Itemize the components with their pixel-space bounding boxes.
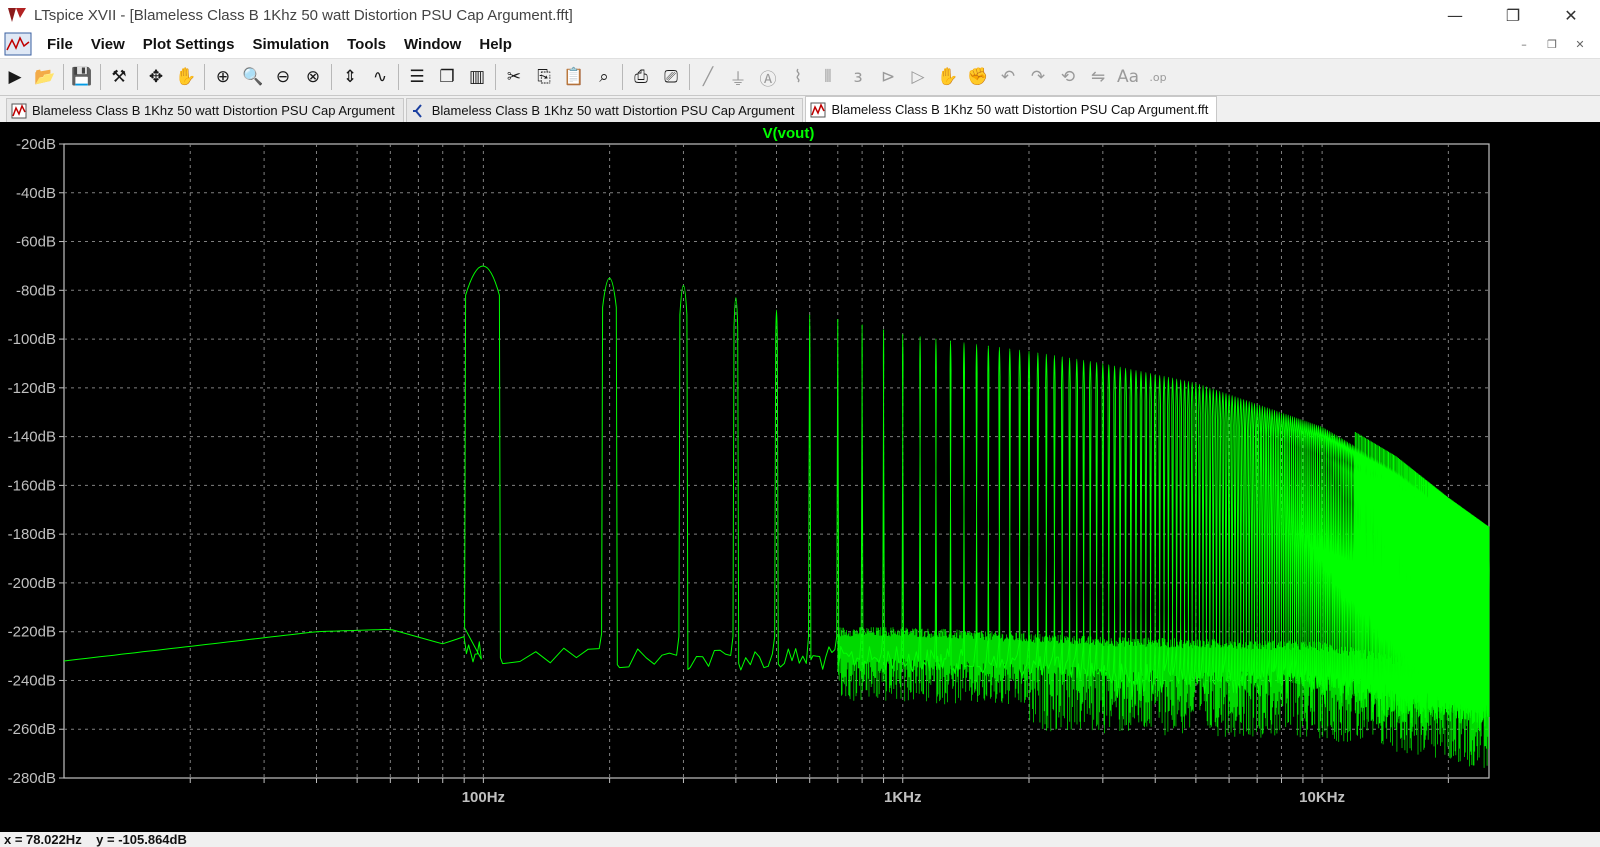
rotate-icon[interactable]: ⟲ bbox=[1054, 63, 1082, 91]
tile-horizontal-icon[interactable]: ☰ bbox=[403, 63, 431, 91]
menu-help[interactable]: Help bbox=[470, 36, 521, 53]
save-icon[interactable]: 💾 bbox=[68, 63, 96, 91]
toolbar-separator bbox=[63, 64, 64, 90]
diode-icon[interactable]: ⊳ bbox=[874, 63, 902, 91]
fft-plot[interactable]: -20dB -40dB -60dB -80dB -100dB -120dB -140dB -1… bbox=[0, 122, 1600, 832]
y-tick-label: -120dB bbox=[8, 380, 56, 397]
document-waveform-icon[interactable] bbox=[4, 32, 32, 56]
zoom-area-icon[interactable]: 🔍 bbox=[239, 63, 267, 91]
y-tick-label: -180dB bbox=[8, 526, 56, 543]
cascade-icon[interactable]: ❐ bbox=[433, 63, 461, 91]
x-tick-label: 10KHz bbox=[1299, 789, 1345, 806]
spice-directive-icon[interactable]: .op bbox=[1144, 63, 1172, 91]
y-tick-label: -240dB bbox=[8, 672, 56, 689]
autorange-icon[interactable]: ⇕ bbox=[336, 63, 364, 91]
tile-vertical-icon[interactable]: ▥ bbox=[463, 63, 491, 91]
zoom-in-icon[interactable]: ⊕ bbox=[209, 63, 237, 91]
tab-label: Blameless Class B 1Khz 50 watt Distortio… bbox=[431, 103, 795, 118]
trace-label: V(vout) bbox=[763, 125, 815, 142]
inductor-icon[interactable]: ɜ bbox=[844, 63, 872, 91]
x-tick-label: 100Hz bbox=[462, 789, 505, 806]
mdi-restore-icon[interactable]: ❐ bbox=[1538, 34, 1566, 54]
cut-icon[interactable]: ✂ bbox=[500, 63, 528, 91]
y-tick-label: -80dB bbox=[16, 282, 56, 299]
menu-bar: File View Plot Settings Simulation Tools… bbox=[0, 30, 1600, 59]
cursor-x-readout: x = 78.022Hz bbox=[4, 832, 82, 847]
control-panel-icon[interactable]: ⚒ bbox=[105, 63, 133, 91]
y-tick-label: -60dB bbox=[16, 234, 56, 251]
mirror-icon[interactable]: ⇋ bbox=[1084, 63, 1112, 91]
menu-file[interactable]: File bbox=[38, 36, 82, 53]
y-tick-label: -280dB bbox=[8, 770, 56, 787]
resistor-icon[interactable]: ⌇ bbox=[784, 63, 812, 91]
tab-schematic[interactable]: Blameless Class B 1Khz 50 watt Distortio… bbox=[405, 98, 804, 122]
title-bar: LTspice XVII - [Blameless Class B 1Khz 5… bbox=[0, 0, 1600, 30]
document-tabs: Blameless Class B 1Khz 50 watt Distortio… bbox=[0, 96, 1600, 122]
window-title: LTspice XVII - [Blameless Class B 1Khz 5… bbox=[34, 6, 573, 24]
toolbar-separator bbox=[204, 64, 205, 90]
restore-icon[interactable]: ❐ bbox=[1484, 0, 1542, 30]
capacitor-icon[interactable]: ⫴ bbox=[814, 63, 842, 91]
menu-plot-settings[interactable]: Plot Settings bbox=[134, 36, 244, 53]
zoom-fit-icon[interactable]: ⊗ bbox=[299, 63, 327, 91]
find-icon[interactable]: ⌕ bbox=[590, 63, 618, 91]
status-bar: x = 78.022Hz y = -105.864dB bbox=[0, 832, 1600, 847]
pan-icon[interactable]: ✋ bbox=[172, 63, 200, 91]
mdi-minimize-icon[interactable]: – bbox=[1510, 34, 1538, 54]
ltspice-logo-icon bbox=[6, 4, 28, 26]
y-tick-label: -140dB bbox=[8, 429, 56, 446]
print-icon[interactable]: ⎙ bbox=[627, 63, 655, 91]
cursor-icon[interactable]: ✥ bbox=[142, 63, 170, 91]
toolbar-separator bbox=[137, 64, 138, 90]
toolbar-separator bbox=[100, 64, 101, 90]
tab-fft[interactable]: Blameless Class B 1Khz 50 watt Distortio… bbox=[805, 96, 1218, 122]
y-tick-label: -260dB bbox=[8, 721, 56, 738]
menu-tools[interactable]: Tools bbox=[338, 36, 395, 53]
schematic-tab-icon bbox=[411, 103, 427, 119]
run-icon[interactable]: ▶ bbox=[1, 63, 29, 91]
toolbar-separator bbox=[398, 64, 399, 90]
mdi-close-icon[interactable]: ✕ bbox=[1566, 34, 1594, 54]
toolbar-separator bbox=[622, 64, 623, 90]
undo-icon[interactable]: ↶ bbox=[994, 63, 1022, 91]
y-tick-label: -160dB bbox=[8, 477, 56, 494]
component-icon[interactable]: ▷ bbox=[904, 63, 932, 91]
toolbar-separator bbox=[495, 64, 496, 90]
y-tick-label: -200dB bbox=[8, 575, 56, 592]
y-tick-label: -100dB bbox=[8, 331, 56, 348]
redo-icon[interactable]: ↷ bbox=[1024, 63, 1052, 91]
waveform-tab-icon bbox=[11, 103, 27, 119]
y-tick-label: -220dB bbox=[8, 624, 56, 641]
zoom-out-icon[interactable]: ⊖ bbox=[269, 63, 297, 91]
ground-icon[interactable]: ⏚ bbox=[724, 63, 752, 91]
waveform-plot-window[interactable]: -20dB -40dB -60dB -80dB -100dB -120dB -140dB -1… bbox=[0, 122, 1600, 832]
menu-simulation[interactable]: Simulation bbox=[243, 36, 338, 53]
close-icon[interactable]: ✕ bbox=[1542, 0, 1600, 30]
tab-label: Blameless Class B 1Khz 50 watt Distortio… bbox=[32, 103, 395, 118]
toolbar-separator bbox=[331, 64, 332, 90]
paste-icon[interactable]: 📋 bbox=[560, 63, 588, 91]
drag-icon[interactable]: ✊ bbox=[964, 63, 992, 91]
y-tick-label: -40dB bbox=[16, 185, 56, 202]
text-icon[interactable]: Aa bbox=[1114, 63, 1142, 91]
wire-icon[interactable]: ╱ bbox=[694, 63, 722, 91]
minimize-icon[interactable]: — bbox=[1426, 0, 1484, 30]
move-icon[interactable]: ✋ bbox=[934, 63, 962, 91]
menu-window[interactable]: Window bbox=[395, 36, 470, 53]
toolbar-separator bbox=[689, 64, 690, 90]
y-tick-label: -20dB bbox=[16, 136, 56, 153]
menu-view[interactable]: View bbox=[82, 36, 134, 53]
cursor-y-readout: y = -105.864dB bbox=[96, 832, 187, 847]
waveform-tab-icon bbox=[810, 102, 826, 118]
waveform-icon[interactable]: ∿ bbox=[366, 63, 394, 91]
open-icon[interactable]: 📂 bbox=[31, 63, 59, 91]
toolbar: ▶ 📂 💾 ⚒ ✥ ✋ ⊕ 🔍 ⊖ ⊗ ⇕ ∿ ☰ ❐ ▥ ✂ ⎘ 📋 ⌕ ⎙ ⎚ ╱ ⏚ Ⓐ ⌇ ⫴ ɜ ⊳ ▷ ✋ ✊ ↶ ↷ ⟲ ⇋ Aa .op bbox=[0, 59, 1600, 96]
print-setup-icon[interactable]: ⎚ bbox=[657, 63, 685, 91]
tab-waveform[interactable]: Blameless Class B 1Khz 50 watt Distortio… bbox=[6, 98, 404, 122]
copy-icon[interactable]: ⎘ bbox=[530, 63, 558, 91]
label-icon[interactable]: Ⓐ bbox=[754, 63, 782, 91]
tab-label: Blameless Class B 1Khz 50 watt Distortio… bbox=[831, 102, 1209, 117]
x-tick-label: 1KHz bbox=[884, 789, 922, 806]
